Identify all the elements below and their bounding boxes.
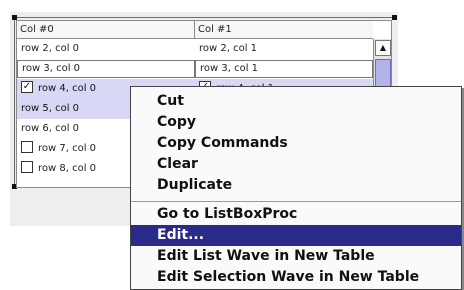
checkbox-checked[interactable]: ✓ (21, 81, 33, 93)
checkbox-unchecked[interactable] (21, 141, 33, 153)
menu-item-edit-list-wave[interactable]: Edit List Wave in New Table (131, 246, 461, 267)
table-row[interactable]: row 2, col 0 row 2, col 1 (17, 39, 373, 59)
menu-separator (131, 201, 461, 202)
table-row[interactable]: row 3, col 0 row 3, col 1 (17, 59, 373, 79)
column-header-0[interactable]: Col #0 (17, 21, 195, 39)
context-menu: Cut Copy Copy Commands Clear Duplicate G… (130, 86, 462, 290)
menu-item-go-to-listboxproc[interactable]: Go to ListBoxProc (131, 204, 461, 225)
editable-cell[interactable]: row 3, col 1 (195, 60, 373, 78)
menu-item-clear[interactable]: Clear (131, 154, 461, 175)
menu-item-cut[interactable]: Cut (131, 91, 461, 112)
cell-text: row 4, col 0 (38, 83, 97, 94)
checkbox-unchecked[interactable] (21, 161, 33, 173)
menu-item-copy[interactable]: Copy (131, 112, 461, 133)
frame-left (14, 17, 15, 187)
menu-item-duplicate[interactable]: Duplicate (131, 175, 461, 196)
cell[interactable]: row 2, col 0 (17, 39, 195, 59)
frame-top (14, 17, 396, 18)
menu-item-edit-selection-wave[interactable]: Edit Selection Wave in New Table (131, 267, 461, 288)
menu-item-edit[interactable]: Edit... (131, 225, 461, 246)
menu-item-copy-commands[interactable]: Copy Commands (131, 133, 461, 154)
cell[interactable]: row 2, col 1 (195, 39, 373, 59)
resize-handle-top-right[interactable] (392, 15, 397, 20)
scroll-up-arrow-icon[interactable]: ▲ (375, 40, 391, 56)
column-header-1[interactable]: Col #1 (195, 21, 373, 39)
cell-text: row 8, col 0 (38, 163, 97, 174)
cell-text: row 7, col 0 (38, 143, 97, 154)
editable-cell[interactable]: row 3, col 0 (17, 60, 195, 78)
